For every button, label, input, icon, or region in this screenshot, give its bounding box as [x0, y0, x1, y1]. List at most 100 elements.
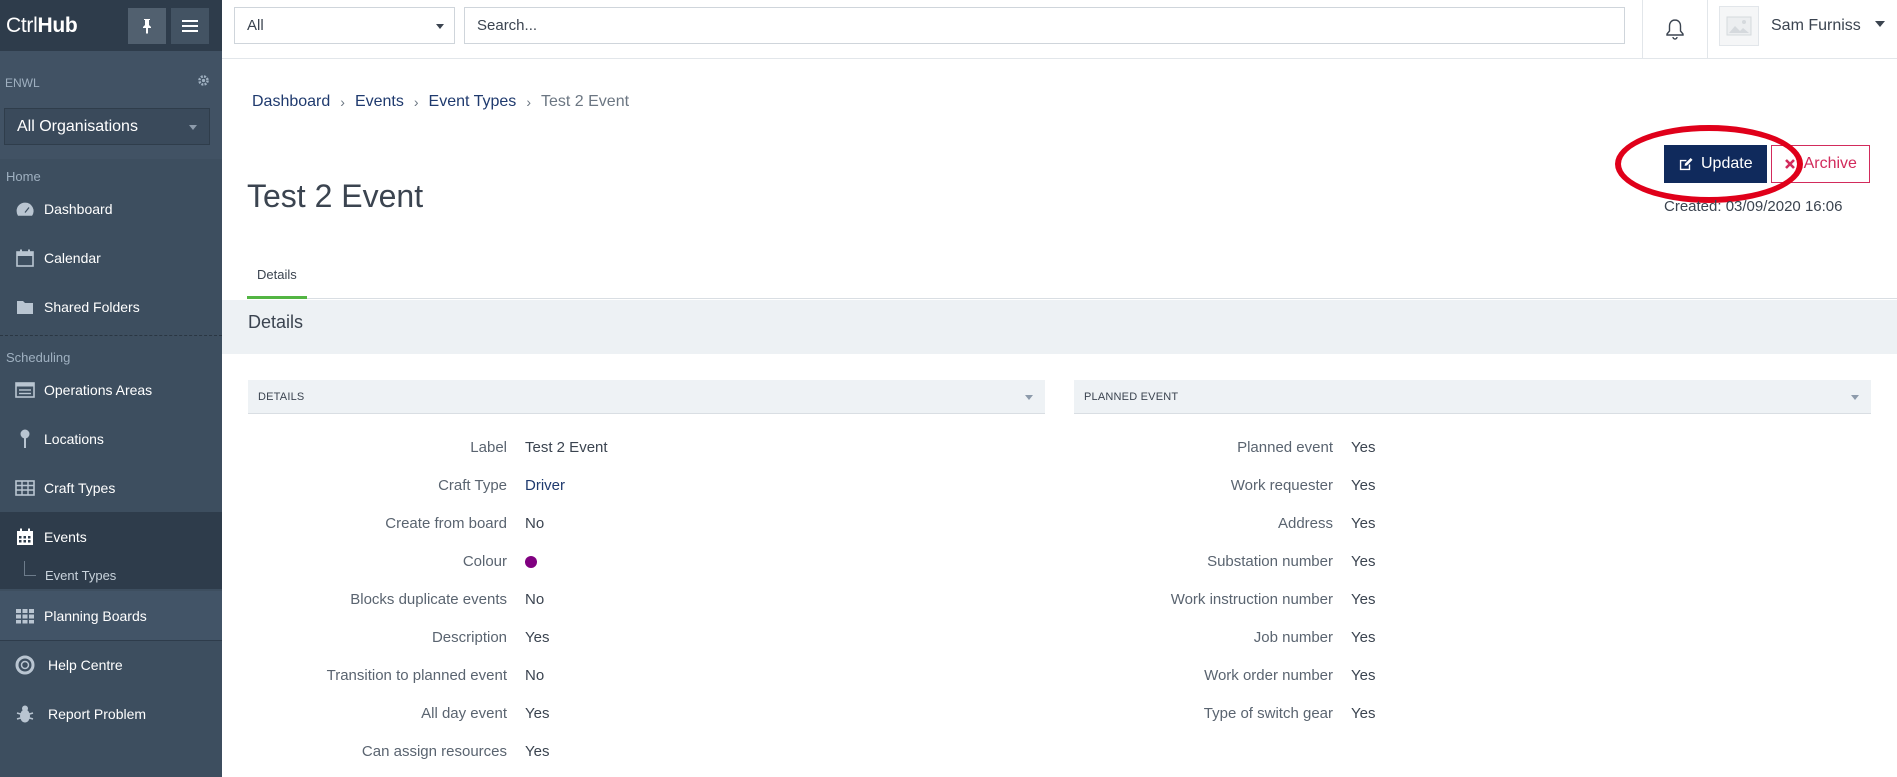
detail-label: Work requester [1230, 476, 1333, 494]
detail-label: Blocks duplicate events [350, 590, 507, 608]
organisation-select-value: All Organisations [17, 117, 138, 135]
org-label: ENWL [5, 76, 40, 90]
detail-row: Address Yes [1074, 504, 1871, 542]
detail-value: Yes [1351, 438, 1376, 456]
sidebar-item-operations-areas[interactable]: Operations Areas [0, 365, 222, 414]
created-timestamp: Created: 03/09/2020 16:06 [1664, 198, 1843, 215]
section-label-scheduling: Scheduling [6, 350, 71, 365]
divider [0, 335, 222, 336]
sidebar-item-help-centre[interactable]: Help Centre [0, 640, 222, 689]
sidebar-item-label: Locations [44, 430, 104, 447]
detail-label: Description [431, 628, 507, 646]
sidebar-item-dashboard[interactable]: Dashboard [0, 184, 222, 233]
detail-value: Yes [1351, 476, 1376, 494]
sidebar-item-craft-types[interactable]: Craft Types [0, 463, 222, 512]
sidebar-item-planning-boards[interactable]: Planning Boards [0, 591, 222, 640]
folder-icon [17, 300, 33, 314]
chevron-down-icon [1874, 20, 1885, 27]
sidebar-item-label: Report Problem [48, 705, 147, 722]
detail-value: Yes [525, 628, 550, 646]
calendar-icon [16, 249, 34, 267]
detail-label: Craft Type [438, 476, 507, 494]
chevron-down-icon [436, 24, 444, 29]
detail-row: Can assign resources Yes [248, 732, 1045, 770]
detail-value: No [525, 590, 545, 608]
detail-value: Yes [525, 704, 550, 722]
planned-event-panel-title: PLANNED EVENT [1084, 390, 1179, 403]
bug-icon [16, 705, 34, 722]
sidebar-item-event-types[interactable]: Event Types [0, 561, 222, 589]
planned-event-panel: PLANNED EVENT Planned event Yes Work requ… [1074, 380, 1871, 732]
breadcrumb-events[interactable]: Events [355, 93, 404, 111]
detail-row: Create from board No [248, 504, 1045, 542]
update-button[interactable]: Update [1664, 145, 1767, 183]
chevron-down-icon [1025, 395, 1033, 400]
sidebar-item-calendar[interactable]: Calendar [0, 233, 222, 282]
sidebar-item-locations[interactable]: Locations [0, 414, 222, 463]
sidebar-item-label: Event Types [45, 567, 117, 583]
details-panel-header[interactable]: DETAILS [248, 380, 1045, 414]
detail-row: Type of switch gear Yes [1074, 694, 1871, 732]
breadcrumb-event-types[interactable]: Event Types [429, 93, 517, 111]
planned-event-panel-header[interactable]: PLANNED EVENT [1074, 380, 1871, 414]
detail-row: Craft Type Driver [248, 466, 1045, 504]
map-pin-icon [20, 429, 30, 448]
tab-details[interactable]: Details [247, 252, 307, 299]
detail-label: Job number [1253, 628, 1333, 646]
archive-button[interactable]: Archive [1770, 145, 1870, 183]
search-input[interactable] [464, 7, 1625, 44]
update-button-label: Update [1701, 155, 1753, 172]
search-scope-select[interactable]: All [234, 7, 455, 44]
sidebar-item-label: Dashboard [44, 200, 113, 217]
detail-row: Colour [248, 542, 1045, 580]
detail-row: Work order number Yes [1074, 656, 1871, 694]
chevron-right-icon: › [413, 94, 419, 110]
pin-sidebar-button[interactable] [128, 8, 166, 44]
sidebar-item-label: Help Centre [48, 657, 123, 673]
detail-value: Yes [1351, 666, 1376, 684]
craft-type-link[interactable]: Driver [525, 477, 565, 494]
grid-icon [16, 608, 34, 623]
detail-row: Label Test 2 Event [248, 428, 1045, 466]
dashboard-icon [15, 200, 35, 217]
chevron-down-icon [189, 125, 197, 130]
archive-button-label: Archive [1803, 155, 1857, 172]
menu-toggle-button[interactable] [171, 8, 209, 44]
detail-value: Yes [1351, 628, 1376, 646]
detail-row: Blocks duplicate events No [248, 580, 1045, 618]
detail-row: Substation number Yes [1074, 542, 1871, 580]
organisation-select[interactable]: All Organisations [4, 108, 210, 145]
detail-label: Work order number [1204, 666, 1333, 684]
detail-label: Can assign resources [361, 742, 507, 760]
user-menu[interactable]: Sam Furniss [1719, 0, 1885, 51]
detail-value: No [525, 666, 545, 684]
detail-value: Yes [1351, 590, 1376, 608]
detail-label: Type of switch gear [1203, 704, 1333, 722]
pin-icon [143, 19, 151, 34]
org-settings-button[interactable] [197, 74, 210, 92]
sidebar-item-events[interactable]: Events [0, 512, 222, 561]
detail-label: Planned event [1237, 438, 1333, 456]
section-title: Details [248, 312, 304, 332]
sidebar-item-shared-folders[interactable]: Shared Folders [0, 282, 222, 331]
app-logo[interactable]: CtrlHub [6, 14, 78, 38]
bell-icon [1666, 19, 1684, 40]
detail-label: All day event [421, 704, 507, 722]
breadcrumb-dashboard[interactable]: Dashboard [252, 93, 330, 111]
detail-label: Work instruction number [1170, 590, 1333, 608]
edit-icon [1679, 157, 1693, 170]
image-placeholder-icon [1726, 16, 1752, 35]
lifebuoy-icon [15, 655, 35, 675]
notifications-button[interactable] [1642, 0, 1708, 58]
detail-row: Work instruction number Yes [1074, 580, 1871, 618]
sidebar-item-report-problem[interactable]: Report Problem [0, 689, 222, 738]
detail-row: Job number Yes [1074, 618, 1871, 656]
detail-value: Yes [525, 742, 550, 760]
gear-icon [198, 75, 209, 86]
tab-bar: Details [247, 252, 1897, 299]
detail-row: Planned event Yes [1074, 428, 1871, 466]
breadcrumb: Dashboard › Events › Event Types › Test … [252, 93, 629, 111]
detail-value: Yes [1351, 704, 1376, 722]
close-icon [1784, 159, 1795, 169]
chevron-right-icon: › [526, 94, 531, 110]
